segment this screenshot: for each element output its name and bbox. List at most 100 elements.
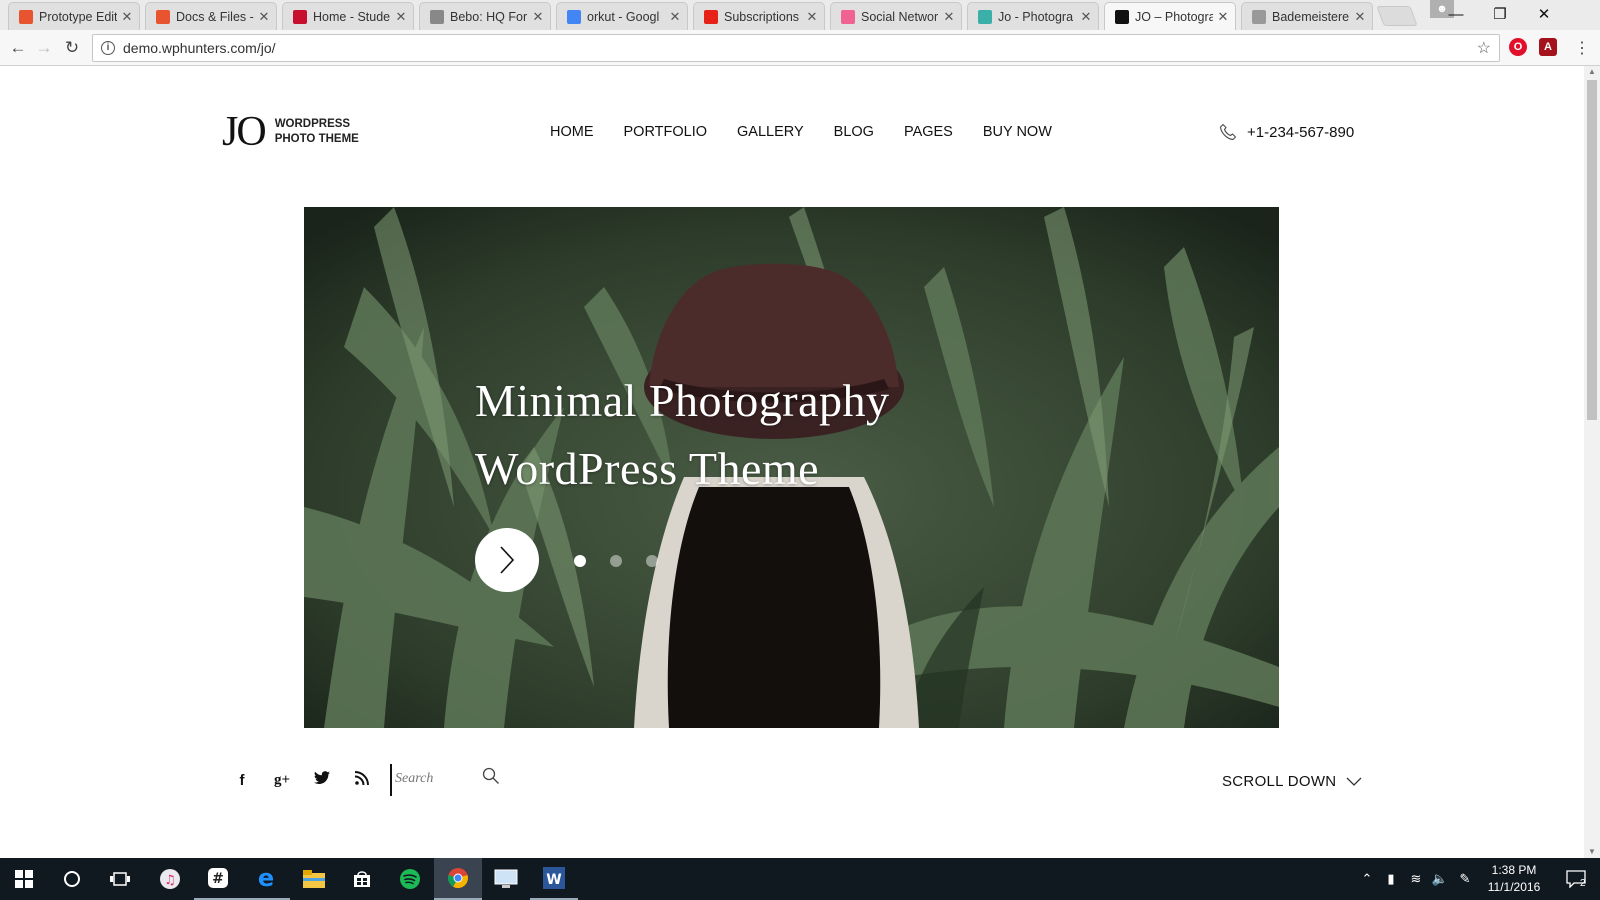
browser-tab[interactable]: Home - Stude ✕ — [282, 2, 414, 30]
tab-close-icon[interactable]: ✕ — [532, 9, 544, 25]
page-scrollbar[interactable]: ▲ ▼ — [1584, 66, 1600, 858]
browser-tab[interactable]: Jo - Photogra ✕ — [967, 2, 1099, 30]
task-view-icon[interactable] — [96, 858, 144, 900]
windows-store-icon[interactable] — [338, 858, 386, 900]
browser-tab[interactable]: JO – Photogra ✕ — [1104, 2, 1236, 31]
windows-taskbar: ♫ # e W ⌃ ▮ ≋ 🔈 ✎ 1:38 PM 11/1/2016 2 — [0, 858, 1600, 900]
action-center-icon[interactable]: 2 — [1558, 858, 1594, 900]
system-tray: ⌃ ▮ ≋ 🔈 ✎ — [1356, 858, 1478, 900]
tab-title[interactable]: Subscriptions — [724, 10, 802, 24]
google-plus-icon[interactable]: g+ — [262, 772, 302, 789]
file-explorer-icon[interactable] — [290, 858, 338, 900]
tab-close-icon[interactable]: ✕ — [669, 9, 681, 25]
scroll-down-link[interactable]: SCROLL DOWN — [1222, 773, 1362, 790]
browser-tab[interactable]: orkut - Googl ✕ — [556, 2, 688, 30]
tab-title[interactable]: JO – Photogra — [1135, 10, 1213, 24]
wifi-icon[interactable]: ≋ — [1404, 871, 1428, 887]
tab-close-icon[interactable]: ✕ — [395, 9, 407, 25]
browser-tab[interactable]: Subscriptions ✕ — [693, 2, 825, 30]
site-logo[interactable]: JO WORDPRESS PHOTO THEME — [222, 111, 359, 153]
svg-text:♫: ♫ — [164, 873, 176, 888]
tab-close-icon[interactable]: ✕ — [943, 9, 955, 25]
info-icon[interactable]: i — [101, 41, 115, 55]
logo-line-1: WORDPRESS — [274, 118, 351, 130]
nav-buy-now[interactable]: BUY NOW — [983, 124, 1052, 140]
tab-title[interactable]: Home - Stude — [313, 10, 391, 24]
search-placeholder[interactable]: Search — [395, 771, 433, 787]
nav-home[interactable]: HOME — [550, 124, 594, 140]
nav-gallery[interactable]: GALLERY — [737, 124, 804, 140]
slider-dots — [574, 555, 682, 567]
tab-favicon-icon — [841, 9, 855, 24]
facebook-icon[interactable]: f — [222, 772, 262, 789]
scrollbar-thumb[interactable] — [1587, 80, 1597, 420]
volume-icon[interactable]: 🔈 — [1428, 871, 1452, 887]
nav-blog[interactable]: BLOG — [834, 124, 874, 140]
forward-button[interactable]: → — [32, 36, 56, 60]
twitter-icon[interactable] — [302, 771, 342, 789]
chrome-icon[interactable] — [434, 858, 482, 900]
battery-icon[interactable]: ▮ — [1378, 871, 1404, 887]
tab-favicon-icon — [19, 9, 33, 24]
address-text[interactable]: demo.wphunters.com/jo/ — [123, 40, 276, 56]
tab-title[interactable]: Bademeistere — [1272, 10, 1350, 24]
browser-toolbar: ← → ↻ i demo.wphunters.com/jo/ ☆ O A ⋮ — [0, 30, 1600, 66]
tab-close-icon[interactable]: ✕ — [1217, 9, 1229, 25]
slider-dot-2[interactable] — [610, 555, 622, 567]
browser-tab[interactable]: Bebo: HQ For ✕ — [419, 2, 551, 30]
header-phone[interactable]: +1-234-567-890 — [1219, 123, 1354, 141]
edge-icon[interactable]: e — [242, 858, 290, 900]
slider-dot-1[interactable] — [574, 555, 586, 567]
windows-start-icon[interactable] — [0, 858, 48, 900]
browser-tab[interactable]: Social Networ ✕ — [830, 2, 962, 30]
tab-close-icon[interactable]: ✕ — [1354, 9, 1366, 25]
hero-title: Minimal Photography WordPress Theme — [475, 367, 890, 503]
tab-title[interactable]: Bebo: HQ For — [450, 10, 528, 24]
scroll-up-arrow-icon[interactable]: ▲ — [1584, 66, 1600, 78]
taskbar-clock[interactable]: 1:38 PM 11/1/2016 — [1474, 862, 1554, 896]
cortana-icon[interactable] — [48, 858, 96, 900]
scroll-down-arrow-icon[interactable]: ▼ — [1584, 846, 1600, 858]
search-icon[interactable] — [482, 767, 500, 785]
tab-close-icon[interactable]: ✕ — [121, 9, 133, 25]
menu-icon[interactable]: ⋮ — [1570, 36, 1594, 60]
browser-tab[interactable]: Bademeistere ✕ — [1241, 2, 1373, 30]
browser-tab-strip: Prototype Edit ✕ Docs & Files - ✕ Home - Stu… — [0, 0, 1600, 31]
show-hidden-icons-icon[interactable]: ⌃ — [1356, 871, 1378, 887]
tab-close-icon[interactable]: ✕ — [1080, 9, 1092, 25]
tab-close-icon[interactable]: ✕ — [258, 9, 270, 25]
logo-line-2: PHOTO THEME — [274, 133, 359, 145]
tab-title[interactable]: Jo - Photogra — [998, 10, 1076, 24]
tab-title[interactable]: Prototype Edit — [39, 10, 117, 24]
reload-button[interactable]: ↻ — [60, 36, 84, 60]
address-bar[interactable]: i demo.wphunters.com/jo/ ☆ — [92, 34, 1500, 62]
scroll-down-label: SCROLL DOWN — [1222, 773, 1337, 790]
browser-tab[interactable]: Prototype Edit ✕ — [8, 2, 140, 30]
tab-title[interactable]: orkut - Googl — [587, 10, 665, 24]
nav-pages[interactable]: PAGES — [904, 124, 953, 140]
svg-text:e: e — [258, 867, 274, 889]
back-button[interactable]: ← — [6, 36, 30, 60]
restore-button[interactable]: ❐ — [1478, 0, 1522, 28]
rss-icon[interactable] — [342, 771, 382, 789]
word-icon[interactable]: W — [530, 858, 578, 900]
tab-title[interactable]: Docs & Files - — [176, 10, 254, 24]
opera-extension-icon[interactable]: O — [1509, 38, 1527, 56]
nav-portfolio[interactable]: PORTFOLIO — [624, 124, 708, 140]
spotify-icon[interactable] — [386, 858, 434, 900]
acrobat-extension-icon[interactable]: A — [1539, 38, 1557, 56]
chevron-right-icon — [500, 546, 515, 574]
tab-close-icon[interactable]: ✕ — [806, 9, 818, 25]
itunes-icon[interactable]: ♫ — [146, 858, 194, 900]
main-nav: HOME PORTFOLIO GALLERY BLOG PAGES BUY NO… — [550, 124, 1082, 140]
tab-title[interactable]: Social Networ — [861, 10, 939, 24]
new-tab-button[interactable] — [1376, 6, 1418, 26]
browser-tab[interactable]: Docs & Files - ✕ — [145, 2, 277, 30]
close-window-button[interactable]: ✕ — [1522, 0, 1566, 28]
slider-next-button[interactable] — [475, 528, 539, 592]
minimize-button[interactable]: — — [1434, 0, 1478, 28]
bookmark-star-icon[interactable]: ☆ — [1477, 38, 1491, 58]
slack-icon[interactable]: # — [194, 858, 242, 900]
remote-desktop-icon[interactable] — [482, 858, 530, 900]
slider-dot-3[interactable] — [646, 555, 658, 567]
